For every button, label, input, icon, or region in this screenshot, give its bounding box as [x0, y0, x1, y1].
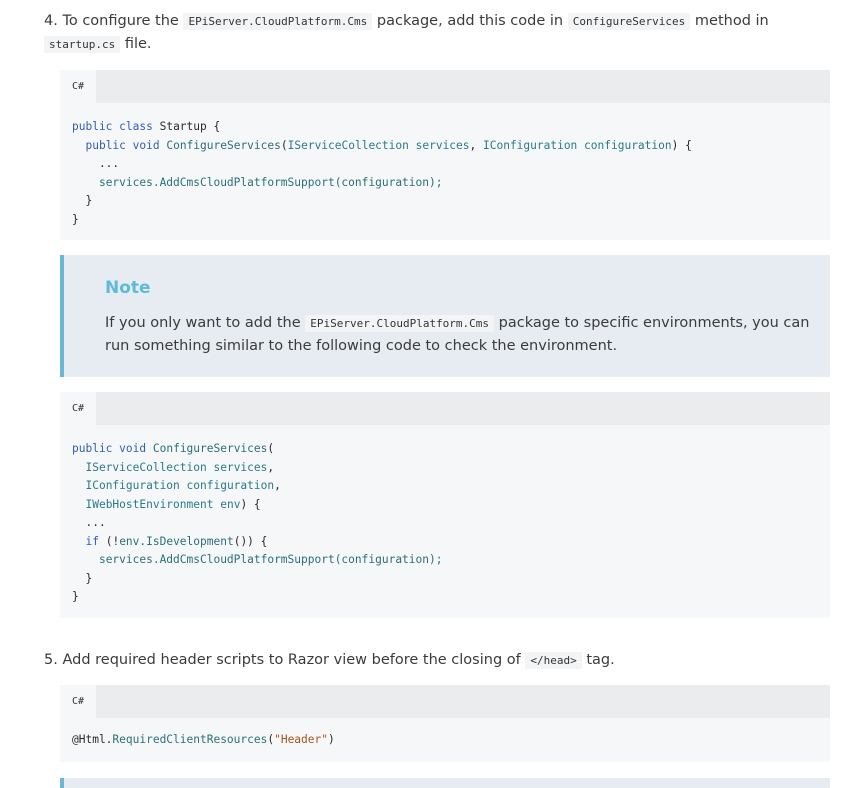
- step-text: Add required header scripts to Razor vie…: [62, 652, 521, 668]
- code-tab-bar: C#: [60, 685, 830, 718]
- code-line: public class Startup {: [72, 120, 221, 133]
- code-line: IServiceCollection services,: [85, 460, 275, 474]
- code-language-tab[interactable]: C#: [60, 392, 96, 425]
- code-line: services.AddCmsCloudPlatformSupport(conf…: [98, 553, 443, 566]
- inline-code: ConfigureServices: [567, 13, 691, 30]
- code-line: }: [72, 212, 79, 226]
- note-callout: Note If you only want to add the EPiServ…: [60, 255, 830, 377]
- step-5-paragraph: 5. Add required header scripts to Razor …: [44, 649, 804, 672]
- note-text: If you only want to add the EPiServer.Cl…: [105, 312, 815, 358]
- code-content: @Html.RequiredClientResources("Header"): [60, 718, 830, 760]
- note-text-part: If you only want to add the: [105, 315, 301, 331]
- step-number: 5.: [44, 652, 58, 668]
- code-content: public class Startup { public void Confi…: [60, 103, 830, 239]
- code-block: C# @Html.RequiredClientResources("Header…: [60, 685, 830, 762]
- step-number: 4.: [44, 13, 58, 29]
- code-line: }: [72, 571, 93, 585]
- code-line: }: [72, 194, 93, 207]
- step-text: package, add this code in: [376, 13, 564, 29]
- code-line: ...: [72, 516, 106, 529]
- note-title: Note: [105, 278, 151, 298]
- code-tab-bar: C#: [60, 70, 830, 103]
- code-line: if (!env.IsDevelopment()) {: [85, 534, 268, 548]
- code-line: }: [72, 590, 79, 603]
- code-line: public void ConfigureServices(IServiceCo…: [85, 138, 692, 152]
- code-line: IWebHostEnvironment env) {: [85, 497, 261, 511]
- code-line: ...: [72, 157, 120, 170]
- inline-code: startup.cs: [44, 36, 121, 53]
- code-line: public void ConfigureServices(: [72, 442, 275, 455]
- code-tab-bar: C#: [60, 392, 830, 425]
- inline-code: </head>: [525, 652, 582, 669]
- step-text: tag.: [586, 652, 615, 668]
- code-line: @Html.RequiredClientResources("Header"): [72, 733, 335, 746]
- inline-code: EPiServer.CloudPlatform.Cms: [305, 315, 495, 332]
- step-text: file.: [124, 36, 152, 52]
- code-language-tab[interactable]: C#: [60, 70, 96, 103]
- step-text: To configure the: [62, 13, 179, 29]
- inline-code: EPiServer.CloudPlatform.Cms: [183, 13, 373, 30]
- step-4-paragraph: 4. To configure the EPiServer.CloudPlatf…: [44, 10, 804, 56]
- step-text: method in: [694, 13, 769, 29]
- code-language-tab[interactable]: C#: [60, 685, 96, 718]
- code-block: C# public class Startup { public void Co…: [60, 70, 830, 240]
- note-callout-partial: [60, 778, 830, 788]
- code-block: C# public void ConfigureServices( IServi…: [60, 392, 830, 618]
- code-content: public void ConfigureServices( IServiceC…: [60, 425, 830, 617]
- code-line: services.AddCmsCloudPlatformSupport(conf…: [98, 175, 443, 189]
- code-line: IConfiguration configuration,: [85, 479, 281, 492]
